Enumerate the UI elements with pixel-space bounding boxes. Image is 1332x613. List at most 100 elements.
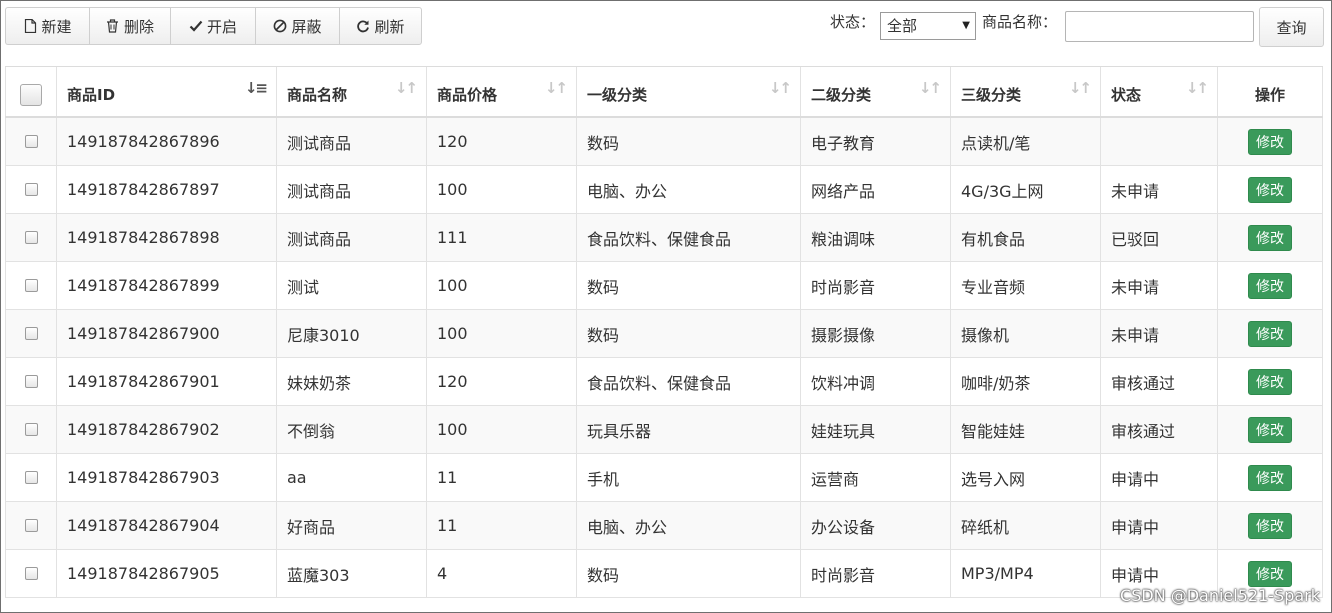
cell-status: 审核通过 [1100, 406, 1217, 453]
cell-cat3: 有机食品 [950, 214, 1100, 261]
edit-button[interactable]: 修改 [1248, 368, 1292, 395]
sort-icon[interactable]: ↓↑ [919, 79, 942, 97]
cell-cat1: 电脑、办公 [576, 502, 800, 549]
cell-cat3: 专业音频 [950, 262, 1100, 309]
sort-asc-icon[interactable]: ↓≡ [245, 79, 268, 97]
row-checkbox-cell [5, 214, 56, 261]
header-cat1[interactable]: 一级分类 ↓↑ [576, 67, 800, 116]
delete-button-label: 删除 [123, 17, 154, 36]
header-price-label: 商品价格 [437, 86, 498, 104]
header-id[interactable]: 商品ID ↓≡ [56, 67, 276, 116]
header-cat3[interactable]: 三级分类 ↓↑ [950, 67, 1100, 116]
edit-button[interactable]: 修改 [1248, 512, 1292, 539]
cell-action: 修改 [1217, 358, 1323, 405]
sort-icon[interactable]: ↓↑ [1186, 79, 1209, 97]
refresh-button[interactable]: 刷新 [339, 7, 422, 45]
cell-name: aa [276, 454, 426, 501]
cell-status: 申请中 [1100, 454, 1217, 501]
status-label: 状态： [830, 13, 876, 31]
cell-cat3: 碎纸机 [950, 502, 1100, 549]
status-select[interactable]: 全部 ▼ [880, 12, 976, 40]
select-all-checkbox[interactable] [20, 83, 42, 106]
row-checkbox[interactable] [24, 183, 38, 196]
row-checkbox[interactable] [24, 135, 38, 148]
cell-price: 4 [426, 550, 576, 597]
header-price[interactable]: 商品价格 ↓↑ [426, 67, 576, 116]
status-select-value: 全部 [887, 17, 918, 35]
sort-icon[interactable]: ↓↑ [769, 79, 792, 97]
cell-status: 未申请 [1100, 310, 1217, 357]
cell-cat2: 摄影摄像 [800, 310, 950, 357]
row-checkbox-cell [5, 310, 56, 357]
edit-button[interactable]: 修改 [1248, 272, 1292, 299]
edit-button[interactable]: 修改 [1248, 128, 1292, 155]
table-row: 149187842867898 测试商品 111 食品饮料、保健食品 粮油调味 … [5, 214, 1323, 262]
cell-name: 不倒翁 [276, 406, 426, 453]
edit-button[interactable]: 修改 [1248, 224, 1292, 251]
edit-button[interactable]: 修改 [1248, 464, 1292, 491]
name-input[interactable] [1065, 11, 1254, 42]
cell-id: 149187842867901 [56, 358, 276, 405]
cell-cat3: 智能娃娃 [950, 406, 1100, 453]
cell-cat3: 4G/3G上网 [950, 166, 1100, 213]
cell-cat3: 点读机/笔 [950, 118, 1100, 165]
cell-id: 149187842867902 [56, 406, 276, 453]
header-name-label: 商品名称 [287, 86, 348, 104]
cell-name: 好商品 [276, 502, 426, 549]
row-checkbox[interactable] [24, 279, 38, 292]
block-button-label: 屏蔽 [291, 17, 322, 36]
header-status[interactable]: 状态 ↓↑ [1100, 67, 1217, 116]
cell-action: 修改 [1217, 502, 1323, 549]
row-checkbox[interactable] [24, 471, 38, 484]
cell-name: 测试商品 [276, 118, 426, 165]
table-row: 149187842867903 aa 11 手机 运营商 选号入网 申请中 修改 [5, 454, 1323, 502]
enable-button[interactable]: 开启 [170, 7, 255, 45]
row-checkbox[interactable] [24, 519, 38, 532]
row-checkbox-cell [5, 358, 56, 405]
row-checkbox[interactable] [24, 231, 38, 244]
name-label: 商品名称： [982, 13, 1058, 31]
row-checkbox[interactable] [24, 375, 38, 388]
refresh-button-label: 刷新 [374, 17, 405, 36]
check-icon [189, 19, 203, 33]
table-row: 149187842867899 测试 100 数码 时尚影音 专业音频 未申请 … [5, 262, 1323, 310]
header-id-label: 商品ID [67, 86, 116, 104]
edit-button[interactable]: 修改 [1248, 416, 1292, 443]
row-checkbox[interactable] [24, 567, 38, 580]
row-checkbox[interactable] [24, 327, 38, 340]
enable-button-label: 开启 [206, 17, 237, 36]
cell-price: 100 [426, 310, 576, 357]
edit-button[interactable]: 修改 [1248, 320, 1292, 347]
delete-button[interactable]: 删除 [89, 7, 170, 45]
cell-price: 111 [426, 214, 576, 261]
header-action-label: 操作 [1254, 86, 1285, 104]
new-button-label: 新建 [41, 17, 72, 36]
sort-icon[interactable]: ↓↑ [545, 79, 568, 97]
edit-button[interactable]: 修改 [1248, 560, 1292, 587]
file-icon [23, 19, 37, 33]
cell-id: 149187842867896 [56, 118, 276, 165]
row-checkbox-cell [5, 550, 56, 597]
header-status-label: 状态 [1111, 86, 1142, 104]
cell-action: 修改 [1217, 262, 1323, 309]
sort-icon[interactable]: ↓↑ [395, 79, 418, 97]
header-cat2[interactable]: 二级分类 ↓↑ [800, 67, 950, 116]
cell-action: 修改 [1217, 214, 1323, 261]
cell-action: 修改 [1217, 406, 1323, 453]
sort-icon[interactable]: ↓↑ [1069, 79, 1092, 97]
query-button[interactable]: 查询 [1259, 7, 1324, 47]
row-checkbox[interactable] [24, 423, 38, 436]
row-checkbox-cell [5, 502, 56, 549]
row-checkbox-cell [5, 406, 56, 453]
header-cat3-label: 三级分类 [961, 86, 1022, 104]
row-checkbox-cell [5, 262, 56, 309]
cell-cat2: 娃娃玩具 [800, 406, 950, 453]
cell-cat2: 时尚影音 [800, 262, 950, 309]
edit-button[interactable]: 修改 [1248, 176, 1292, 203]
cell-price: 100 [426, 406, 576, 453]
header-name[interactable]: 商品名称 ↓↑ [276, 67, 426, 116]
block-button[interactable]: 屏蔽 [255, 7, 339, 45]
new-button[interactable]: 新建 [5, 7, 89, 45]
cell-cat2: 办公设备 [800, 502, 950, 549]
cell-status: 申请中 [1100, 502, 1217, 549]
